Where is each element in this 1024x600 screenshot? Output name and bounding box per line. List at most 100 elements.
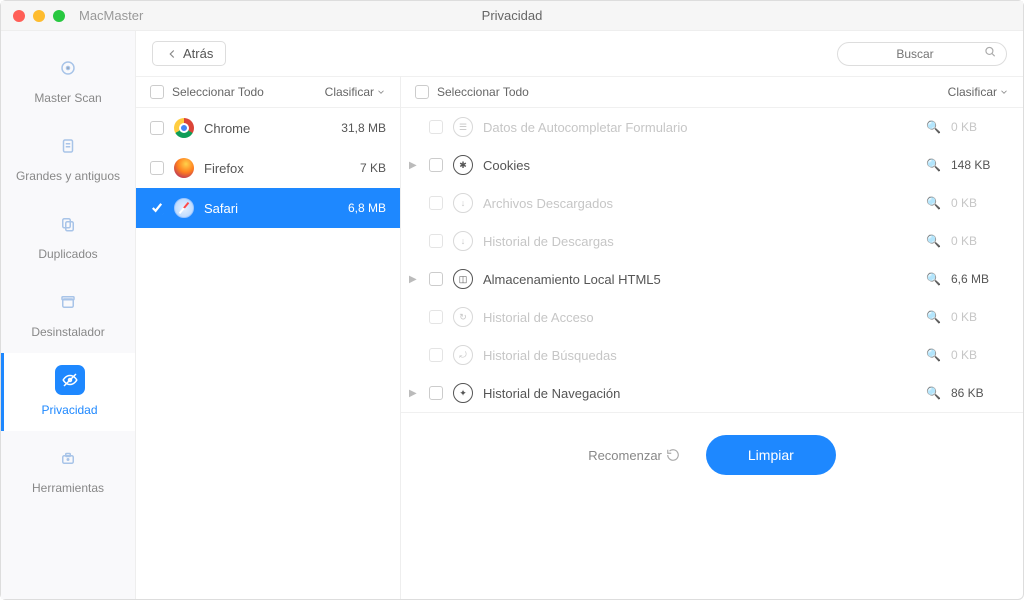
download-icon: ↓ xyxy=(453,231,473,251)
chevron-down-icon xyxy=(376,87,386,97)
checkbox[interactable] xyxy=(429,120,443,134)
close-icon[interactable] xyxy=(13,10,25,22)
magnifier-icon[interactable]: 🔍 xyxy=(926,348,941,362)
browser-row-chrome[interactable]: Chrome 31,8 MB xyxy=(136,108,400,148)
copy-icon xyxy=(53,209,83,239)
detail-size: 86 KB xyxy=(951,386,1007,400)
sort-button[interactable]: Clasificar xyxy=(948,85,1009,99)
sort-button[interactable]: Clasificar xyxy=(325,85,386,99)
checkbox[interactable] xyxy=(429,386,443,400)
compass-icon: ✦ xyxy=(453,383,473,403)
footer: Recomenzar Limpiar xyxy=(401,412,1023,497)
detail-label: Almacenamiento Local HTML5 xyxy=(483,272,916,287)
search-icon xyxy=(983,44,997,63)
fullscreen-icon[interactable] xyxy=(53,10,65,22)
minimize-icon[interactable] xyxy=(33,10,45,22)
detail-row-downloaded-files[interactable]: ▶ ↓ Archivos Descargados 🔍 0 KB xyxy=(401,184,1023,222)
detail-label: Historial de Descargas xyxy=(483,234,916,249)
detail-label: Historial de Navegación xyxy=(483,386,916,401)
browser-name: Firefox xyxy=(204,161,350,176)
checkbox[interactable] xyxy=(150,161,164,175)
app-window: MacMaster Privacidad Master Scan Grandes… xyxy=(0,0,1024,600)
detail-label: Cookies xyxy=(483,158,916,173)
content-columns: Seleccionar Todo Clasificar Chrome 31,8 … xyxy=(136,76,1023,599)
left-column-header: Seleccionar Todo Clasificar xyxy=(136,76,400,108)
detail-row-access-history[interactable]: ▶ ↻ Historial de Acceso 🔍 0 KB xyxy=(401,298,1023,336)
expand-arrow-icon[interactable]: ▶ xyxy=(409,388,419,399)
history-icon: ↻ xyxy=(453,307,473,327)
back-button[interactable]: Atrás xyxy=(152,41,226,66)
detail-row-autofill[interactable]: ▶ ☰ Datos de Autocompletar Formulario 🔍 … xyxy=(401,108,1023,146)
sidebar-item-label: Master Scan xyxy=(34,91,101,105)
titlebar: MacMaster Privacidad xyxy=(1,1,1023,31)
select-all-checkbox[interactable] xyxy=(415,85,429,99)
form-icon: ☰ xyxy=(453,117,473,137)
magnifier-icon[interactable]: 🔍 xyxy=(926,158,941,172)
detail-row-download-history[interactable]: ▶ ↓ Historial de Descargas 🔍 0 KB xyxy=(401,222,1023,260)
detail-label: Archivos Descargados xyxy=(483,196,916,211)
sidebar-item-master-scan[interactable]: Master Scan xyxy=(1,41,135,119)
browser-size: 7 KB xyxy=(360,161,386,175)
sidebar-item-label: Desinstalador xyxy=(31,325,104,339)
browser-row-safari[interactable]: Safari 6,8 MB xyxy=(136,188,400,228)
browser-size: 6,8 MB xyxy=(348,201,386,215)
checkbox[interactable] xyxy=(429,272,443,286)
checkbox[interactable] xyxy=(429,234,443,248)
sidebar: Master Scan Grandes y antiguos Duplicado… xyxy=(1,31,136,599)
expand-arrow-icon[interactable]: ▶ xyxy=(409,160,419,171)
checkbox[interactable] xyxy=(429,348,443,362)
chevron-down-icon xyxy=(999,87,1009,97)
checkbox[interactable] xyxy=(150,121,164,135)
sidebar-item-duplicates[interactable]: Duplicados xyxy=(1,197,135,275)
detail-size: 0 KB xyxy=(951,310,1007,324)
sidebar-item-privacy[interactable]: Privacidad xyxy=(1,353,135,431)
sidebar-item-label: Duplicados xyxy=(38,247,97,261)
select-all-label: Seleccionar Todo xyxy=(437,85,948,99)
select-all-checkbox[interactable] xyxy=(150,85,164,99)
refresh-icon xyxy=(666,448,680,462)
expand-arrow-icon[interactable]: ▶ xyxy=(409,274,419,285)
sidebar-item-uninstaller[interactable]: Desinstalador xyxy=(1,275,135,353)
safari-icon xyxy=(174,198,194,218)
detail-size: 0 KB xyxy=(951,196,1007,210)
checkbox[interactable] xyxy=(429,158,443,172)
browser-name: Safari xyxy=(204,201,338,216)
target-icon xyxy=(53,53,83,83)
magnifier-icon[interactable]: 🔍 xyxy=(926,272,941,286)
search-box xyxy=(837,42,1007,66)
detail-row-html5-storage[interactable]: ▶ ◫ Almacenamiento Local HTML5 🔍 6,6 MB xyxy=(401,260,1023,298)
eye-off-icon xyxy=(55,365,85,395)
detail-list: Seleccionar Todo Clasificar ▶ ☰ Datos de… xyxy=(401,76,1023,599)
search-input[interactable] xyxy=(837,42,1007,66)
clean-button[interactable]: Limpiar xyxy=(706,435,836,475)
rescan-button[interactable]: Recomenzar xyxy=(588,448,680,463)
select-all-label: Seleccionar Todo xyxy=(172,85,325,99)
detail-row-search-history[interactable]: ▶ ⤾ Historial de Búsquedas 🔍 0 KB xyxy=(401,336,1023,374)
checkbox[interactable] xyxy=(429,196,443,210)
firefox-icon xyxy=(174,158,194,178)
magnifier-icon[interactable]: 🔍 xyxy=(926,196,941,210)
chevron-left-icon xyxy=(165,47,179,61)
browser-list: Seleccionar Todo Clasificar Chrome 31,8 … xyxy=(136,76,401,599)
box-icon xyxy=(53,287,83,317)
toolbox-icon xyxy=(53,443,83,473)
sidebar-item-large-old[interactable]: Grandes y antiguos xyxy=(1,119,135,197)
checkbox[interactable] xyxy=(429,310,443,324)
detail-row-cookies[interactable]: ▶ ✱ Cookies 🔍 148 KB xyxy=(401,146,1023,184)
cookie-icon: ✱ xyxy=(453,155,473,175)
checkbox[interactable] xyxy=(150,201,164,215)
sidebar-item-label: Herramientas xyxy=(32,481,104,495)
detail-size: 148 KB xyxy=(951,158,1007,172)
magnifier-icon[interactable]: 🔍 xyxy=(926,234,941,248)
main-body: Master Scan Grandes y antiguos Duplicado… xyxy=(1,31,1023,599)
sidebar-item-tools[interactable]: Herramientas xyxy=(1,431,135,509)
browser-row-firefox[interactable]: Firefox 7 KB xyxy=(136,148,400,188)
right-column-header: Seleccionar Todo Clasificar xyxy=(401,76,1023,108)
magnifier-icon[interactable]: 🔍 xyxy=(926,120,941,134)
detail-row-browsing-history[interactable]: ▶ ✦ Historial de Navegación 🔍 86 KB xyxy=(401,374,1023,412)
chrome-icon xyxy=(174,118,194,138)
toolbar: Atrás xyxy=(136,31,1023,76)
magnifier-icon[interactable]: 🔍 xyxy=(926,386,941,400)
magnifier-icon[interactable]: 🔍 xyxy=(926,310,941,324)
detail-size: 0 KB xyxy=(951,120,1007,134)
